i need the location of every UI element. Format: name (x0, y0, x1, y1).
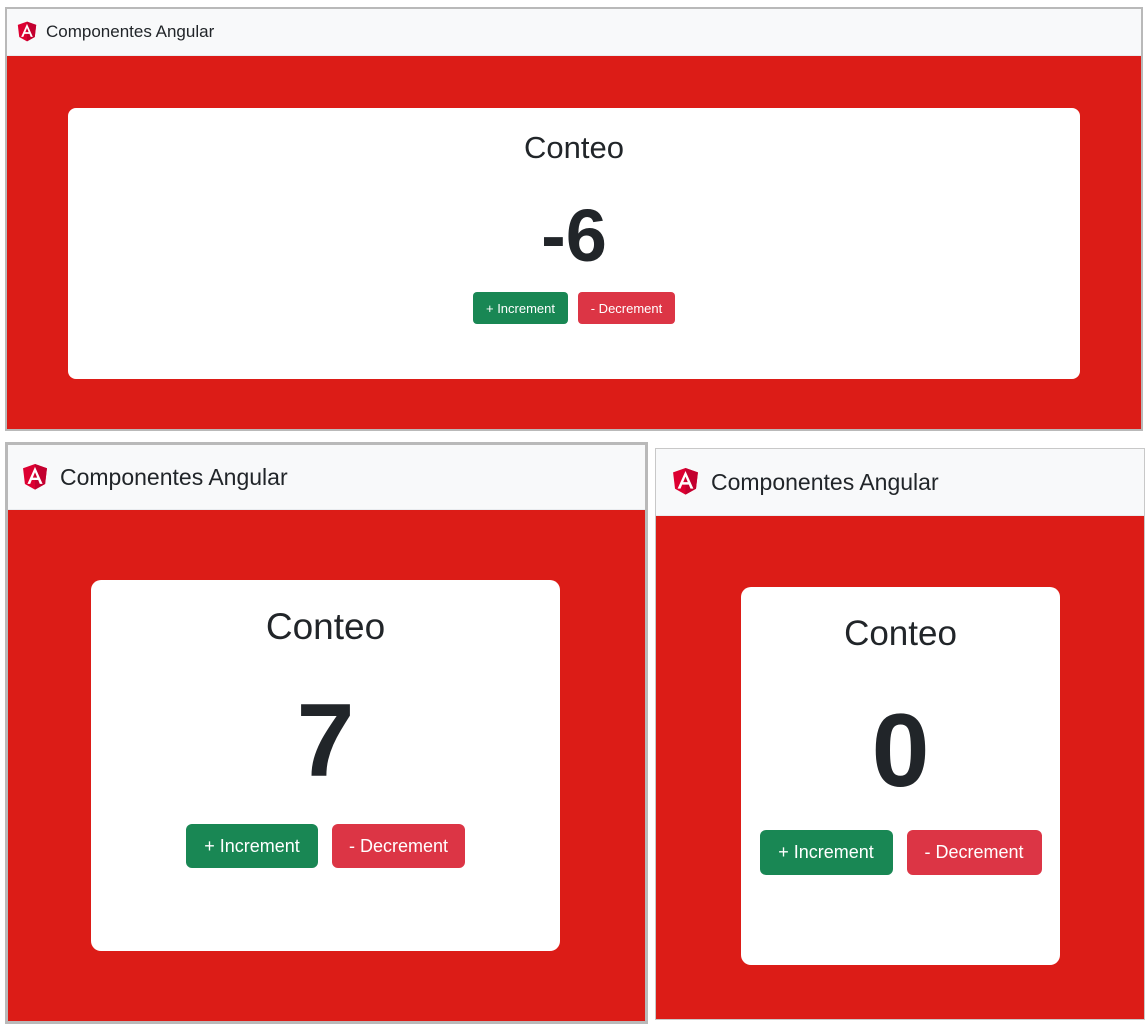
button-group: + Increment - Decrement (741, 830, 1060, 875)
navbar: Componentes Angular (7, 9, 1141, 56)
count-value: 7 (296, 683, 355, 799)
app-window-wide: Componentes Angular Conteo -6 + Incremen… (5, 7, 1143, 431)
navbar: Componentes Angular (656, 449, 1144, 516)
angular-logo-icon[interactable] (22, 463, 48, 492)
navbar-brand-title[interactable]: Componentes Angular (46, 22, 214, 42)
increment-button[interactable]: + Increment (186, 824, 318, 868)
card-title: Conteo (524, 130, 624, 165)
counter-card: Conteo -6 + Increment - Decrement (68, 108, 1080, 379)
count-value: 0 (871, 693, 930, 809)
increment-button[interactable]: + Increment (473, 292, 568, 324)
decrement-button[interactable]: - Decrement (332, 824, 465, 868)
angular-logo-icon[interactable] (17, 21, 37, 43)
counter-card: Conteo 7 + Increment - Decrement (91, 580, 560, 951)
app-window-narrow: Componentes Angular Conteo 0 + Increment… (655, 448, 1145, 1020)
increment-button[interactable]: + Increment (759, 830, 893, 875)
navbar: Componentes Angular (8, 445, 645, 510)
navbar-brand-title[interactable]: Componentes Angular (711, 469, 939, 496)
button-group: + Increment - Decrement (91, 824, 560, 868)
navbar-brand-title[interactable]: Componentes Angular (60, 464, 288, 491)
card-title: Conteo (265, 606, 386, 647)
decrement-button[interactable]: - Decrement (578, 292, 675, 324)
app-window-medium: Componentes Angular Conteo 7 + Increment… (5, 442, 648, 1024)
decrement-button[interactable]: - Decrement (906, 830, 1042, 875)
counter-card: Conteo 0 + Increment - Decrement (741, 587, 1060, 965)
angular-logo-icon[interactable] (672, 467, 699, 497)
count-value: -6 (541, 194, 607, 277)
card-title: Conteo (844, 614, 957, 653)
button-group: + Increment - Decrement (68, 292, 1080, 324)
